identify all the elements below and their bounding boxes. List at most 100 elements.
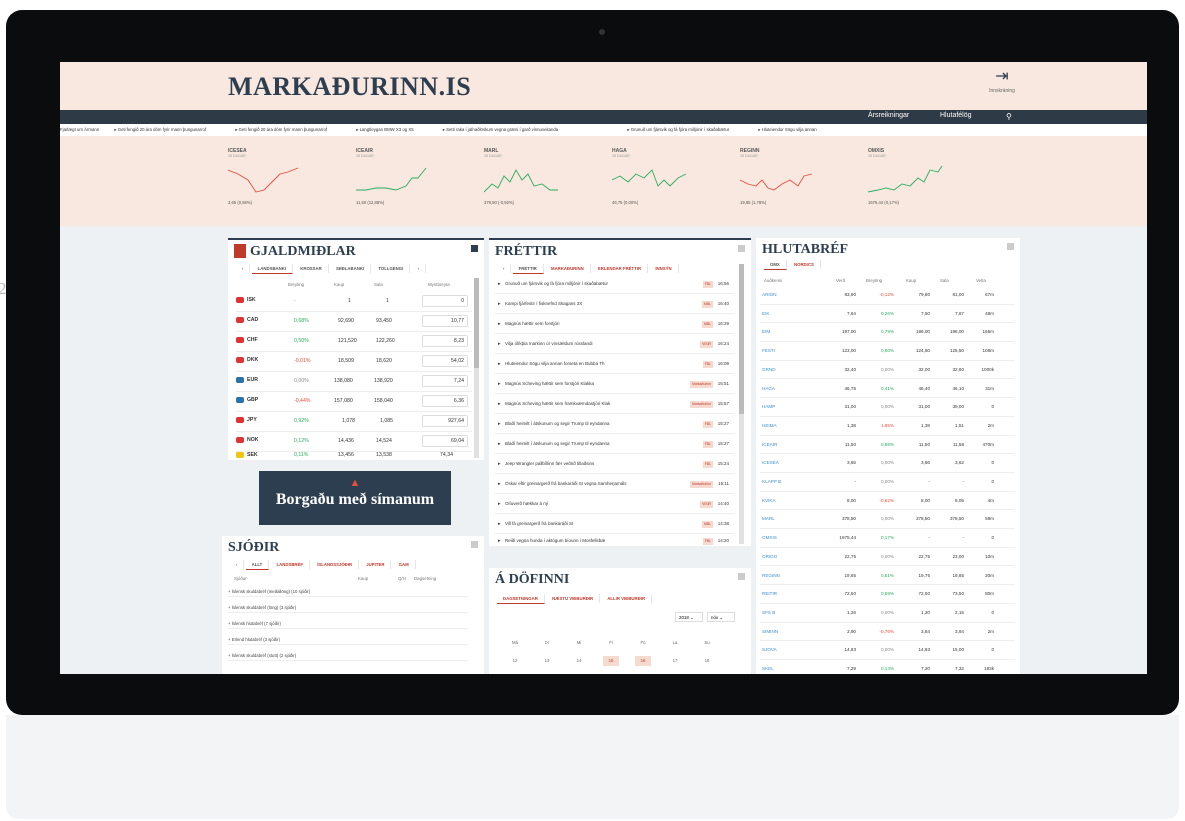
share-ticker[interactable]: EIM bbox=[762, 323, 770, 341]
tab-omx[interactable]: OMX bbox=[764, 260, 787, 270]
ticker-item[interactable]: ▸ Geti fengið 20 ára dóm fyrir mann þung… bbox=[114, 124, 220, 136]
share-ticker[interactable]: FESTI bbox=[762, 342, 775, 360]
news-scrollbar[interactable] bbox=[739, 264, 744, 544]
tab-islandssjodir[interactable]: ÍSLANDSSJÓÐIR bbox=[311, 560, 360, 569]
share-row[interactable]: KLAPP B - 0,00% - - 0 bbox=[760, 473, 1015, 492]
news-item[interactable]: ▸ Blaðí heimilt í átskunum og segir Trump… bbox=[495, 414, 735, 434]
fund-group[interactable]: + Íslensk skuldabréf (meðallöng) (10 sjó… bbox=[228, 586, 468, 597]
share-ticker[interactable]: REITIR bbox=[762, 585, 777, 603]
nav-item-companies[interactable]: Hlutafélög bbox=[940, 112, 972, 119]
panel-menu-icon[interactable] bbox=[471, 245, 478, 252]
currency-row[interactable]: CAD 0,68% 92,690 93,450 10,77 bbox=[236, 312, 472, 332]
fund-group[interactable]: + Íslensk hlutabréf (7 sjóðir) bbox=[228, 618, 468, 629]
tab-gam[interactable]: GAM bbox=[393, 560, 416, 569]
stock-card[interactable]: OMXIS 30 DAGAR 1675,44 (0,17%) bbox=[868, 148, 958, 216]
stock-card[interactable]: ICESEA 30 DAGAR 3,65 (0,58%) bbox=[228, 148, 318, 216]
converter-input[interactable]: 6,36 bbox=[422, 395, 468, 407]
news-item[interactable]: ▸ Vilja ólíkþia markinn úr vinsældum rúss… bbox=[495, 334, 735, 354]
panel-menu-icon[interactable] bbox=[738, 573, 745, 580]
converter-input[interactable]: 10,77 bbox=[422, 315, 468, 327]
news-item[interactable]: ▸ Hluteiendur Sögu vilja annan forseta en… bbox=[495, 354, 735, 374]
currency-row[interactable]: GBP -0,44% 157,080 158,040 6,36 bbox=[236, 392, 472, 412]
tab-nordics[interactable]: NORDICS bbox=[788, 260, 821, 269]
share-row[interactable]: ORIGO 22,75 0,00% 22,75 23,00 10m bbox=[760, 548, 1015, 567]
currency-row[interactable]: DKK -0,01% 18,509 18,620 54,02 bbox=[236, 352, 472, 372]
news-item[interactable]: ▸ Vill fá greinargerð frá bankaráði SI MBL… bbox=[495, 514, 735, 534]
news-item[interactable]: ▸ Magnús Scheving hættir sem framkvæmdast… bbox=[495, 394, 735, 414]
share-row[interactable]: MARL 378,50 0,00% 378,50 378,50 59m bbox=[760, 510, 1015, 530]
panel-menu-icon[interactable] bbox=[471, 541, 478, 548]
share-row[interactable]: EIK 7,64 0,26% 7,50 7,67 48m bbox=[760, 305, 1015, 324]
panel-menu-icon[interactable] bbox=[1007, 243, 1014, 250]
tab-prev-arrow[interactable]: ‹ bbox=[497, 264, 512, 273]
news-item[interactable]: ▸ Reiði vegna hunda í aktógum bíounn í Mo… bbox=[495, 534, 735, 548]
share-row[interactable]: SKEL 7,29 0,14% 7,20 7,32 183k bbox=[760, 660, 1015, 674]
share-ticker[interactable]: ORIGO bbox=[762, 548, 777, 566]
currency-row[interactable]: JPY 0,92% 1,078 1,085 927,64 bbox=[236, 412, 472, 432]
share-ticker[interactable]: HAGA bbox=[762, 380, 775, 398]
converter-input[interactable]: 927,64 bbox=[422, 415, 468, 427]
tab-tollgengi[interactable]: TOLLGENGI bbox=[372, 264, 411, 273]
calendar-day[interactable]: 18 bbox=[699, 656, 715, 666]
converter-input[interactable]: 69,04 bbox=[422, 435, 468, 447]
share-row[interactable]: GRND 32,40 0,00% 32,00 32,80 1000k bbox=[760, 361, 1015, 380]
share-ticker[interactable]: SJOVA bbox=[762, 641, 777, 659]
tab-dates[interactable]: DAGSETNINGAR bbox=[497, 594, 545, 604]
site-logo[interactable]: MARKAÐURINN.IS bbox=[228, 72, 471, 102]
calendar-day[interactable]: 13 bbox=[539, 656, 555, 666]
fund-group[interactable]: + Íslensk skuldabréf (löng) (3 sjóðir) bbox=[228, 602, 468, 613]
tab-prev-arrow[interactable]: ‹ bbox=[236, 264, 251, 273]
currency-row[interactable]: NOK 0,12% 14,436 14,524 69,04 bbox=[236, 432, 472, 452]
panel-menu-icon[interactable] bbox=[738, 245, 745, 252]
tab-next-arrow[interactable]: › bbox=[412, 264, 426, 273]
tab-krossar[interactable]: KROSSAR bbox=[294, 264, 329, 273]
share-row[interactable]: KVIKA 8,00 -0,62% 8,00 8,05 4m bbox=[760, 492, 1015, 511]
tab-allt[interactable]: ALLT bbox=[245, 560, 270, 570]
share-row[interactable]: HAMP 31,00 0,00% 31,00 39,00 0 bbox=[760, 398, 1015, 417]
share-ticker[interactable]: KLAPP B bbox=[762, 473, 781, 491]
share-row[interactable]: REITIR 72,50 0,59% 72,50 73,50 80m bbox=[760, 585, 1015, 604]
tab-landsbanki[interactable]: LANDSBANKI bbox=[251, 264, 294, 274]
share-row[interactable]: SIMINN 3,90 -0,76% 3,84 3,94 2m bbox=[760, 623, 1015, 642]
ticker-item[interactable]: ▸ Geti fengið 20 ára dóm fyrir mann þung… bbox=[235, 124, 341, 136]
year-select[interactable]: 2018 ⌄ bbox=[675, 612, 703, 622]
share-row[interactable]: REGINN 19,65 0,51% 19,75 19,85 20m bbox=[760, 567, 1015, 586]
ticker-item[interactable]: ▸ Hluteiendur Sögu vilja annan bbox=[758, 124, 830, 136]
share-ticker[interactable]: KVIKA bbox=[762, 492, 776, 510]
tab-news[interactable]: FRÉTTIR bbox=[512, 264, 544, 274]
share-ticker[interactable]: SKEL bbox=[762, 660, 774, 674]
login-button[interactable]: ⇥ Innskráning bbox=[982, 68, 1022, 94]
share-ticker[interactable]: GRND bbox=[762, 361, 776, 379]
share-ticker[interactable]: HEIMA bbox=[762, 417, 777, 435]
share-ticker[interactable]: MARL bbox=[762, 510, 775, 528]
share-row[interactable]: ICESEA 3,65 0,00% 3,66 3,62 0 bbox=[760, 454, 1015, 473]
ticker-item[interactable]: Fjarlægt um Ármann bbox=[60, 124, 99, 136]
share-ticker[interactable]: OMXIS bbox=[762, 529, 777, 547]
currency-scrollbar[interactable] bbox=[474, 278, 479, 458]
share-ticker[interactable]: ICEAIR bbox=[762, 436, 777, 454]
calendar-day-event[interactable]: 16 bbox=[635, 656, 651, 666]
tab-foreign-news[interactable]: ERLENDAR FRÉTTIR bbox=[592, 264, 649, 273]
tab-all-events[interactable]: ALLIR VIÐBURÐIR bbox=[601, 594, 653, 603]
tab-innsyn[interactable]: INNSÝN bbox=[649, 264, 679, 273]
share-row[interactable]: SJOVA 14,83 0,00% 14,83 15,00 0 bbox=[760, 641, 1015, 660]
news-item[interactable]: ▸ Magnús hættir sem forstjóri MBL 16:29 bbox=[495, 314, 735, 334]
calendar-day[interactable]: 12 bbox=[507, 656, 523, 666]
tab-next-events[interactable]: NÆSTU VIÐBURÐIR bbox=[546, 594, 601, 603]
fund-group[interactable]: + Íslensk skuldabréf (stutt) (2 sjóðir) bbox=[228, 650, 468, 661]
stock-card[interactable]: MARL 30 DAGAR 378,50 (-0,92%) bbox=[484, 148, 574, 216]
share-ticker[interactable]: ICESEA bbox=[762, 454, 779, 472]
share-row[interactable]: ARION 83,90 -0,12% 79,80 81,00 67m bbox=[760, 286, 1015, 305]
share-row[interactable]: HAGA 46,75 0,41% 46,40 46,10 31m bbox=[760, 380, 1015, 399]
converter-input[interactable]: 0 bbox=[422, 295, 468, 307]
share-ticker[interactable]: SFS B bbox=[762, 604, 775, 622]
currency-row[interactable]: SEK 0,11% 13,456 13,538 74,34 bbox=[236, 450, 472, 462]
currency-row[interactable]: CHF 0,50% 121,520 122,260 8,23 bbox=[236, 332, 472, 352]
news-item[interactable]: ▸ Magnús Scheving hættir sem forstjóri Kl… bbox=[495, 374, 735, 394]
share-row[interactable]: OMXIS 1675,44 0,17% - - 0 bbox=[760, 529, 1015, 548]
news-item[interactable]: ▸ Grunuð um fjársvik og fá fjóra milljóni… bbox=[495, 274, 735, 294]
calendar-day[interactable]: 17 bbox=[667, 656, 683, 666]
share-row[interactable]: ICEAIR 11,50 0,88% 11,50 11,58 470m bbox=[760, 436, 1015, 455]
calendar-day-event[interactable]: 15 bbox=[603, 656, 619, 666]
share-row[interactable]: FESTI 123,00 0,60% 124,50 125,50 108m bbox=[760, 342, 1015, 361]
